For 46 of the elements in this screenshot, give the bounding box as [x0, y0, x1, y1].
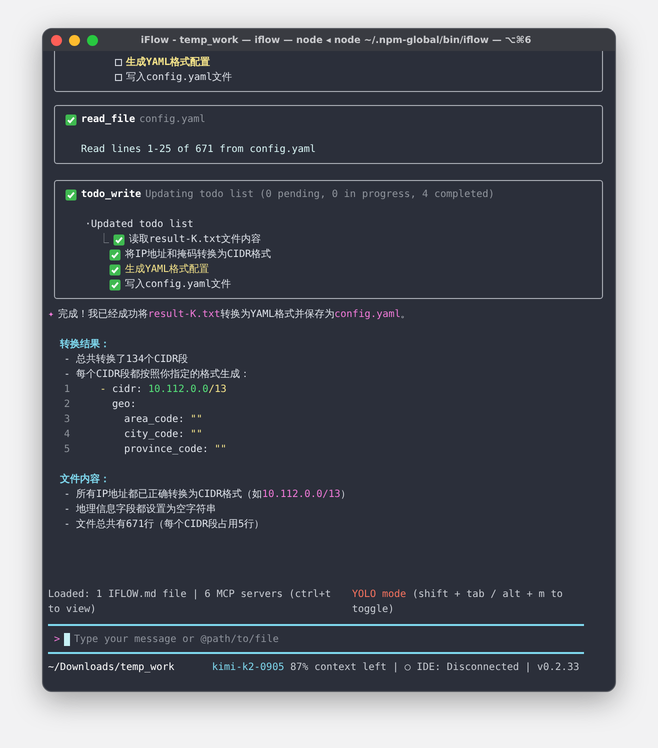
todo-item: 生成YAML格式配置 [126, 56, 210, 70]
loaded-info: Loaded: 1 IFLOW.md file | 6 MCP servers (ctrl+t to view) [48, 588, 332, 617]
status-info: 87% context left | ○ IDE: Disconnected | v0.2.33 [290, 661, 580, 675]
text-line: city_code: "" [123, 428, 202, 442]
model-name: kimi-k2-0905 [212, 661, 284, 675]
todo-item: 生成YAML格式配置 [125, 262, 210, 277]
line-number: 2 [64, 398, 72, 412]
tool-args: Updating todo list (0 pending, 0 in progress, 4 completed) [145, 188, 494, 202]
text-line: area_code: "" [123, 413, 202, 427]
cursor [64, 632, 70, 646]
todo-item: 将IP地址和掩码转换为CIDR格式 [125, 248, 272, 262]
text-line: - cidr: 10.112.0.0/13 [99, 383, 226, 397]
tree-branch: ⎿ [99, 232, 109, 247]
text-line: geo: [111, 398, 136, 412]
tool-name: todo_write [81, 188, 142, 202]
prompt-symbol: > [54, 632, 60, 646]
section-heading: 转换结果： [60, 338, 110, 352]
line-number: 5 [64, 443, 72, 457]
check-icon [65, 114, 77, 126]
section-heading: 文件内容： [60, 472, 110, 487]
close-button[interactable] [51, 34, 62, 46]
tool-name: read_file [81, 112, 136, 127]
text-line: - 每个CIDR段都按照你指定的格式生成： [64, 368, 250, 382]
minimize-button[interactable] [69, 34, 80, 46]
todo-item: 写入config.yaml文件 [125, 278, 232, 292]
line-number: 3 [64, 413, 72, 427]
text-line: - 文件总共有671行（每个CIDR段占用5行） [64, 518, 264, 532]
message-input[interactable]: Type your message or @path/to/file [74, 632, 574, 646]
tool-args: config.yaml [139, 113, 206, 127]
text-line: 完成！我已经成功将result-K.txt转换为YAML格式并保存为config.yaml。 [58, 308, 411, 322]
zoom-button[interactable] [87, 34, 98, 46]
window-title: iFlow - temp_work — iflow — node ◂ node ~/.npm-global/bin/iflow — ⌥⌘6 [140, 34, 532, 46]
sparkle-icon: ✦ [48, 307, 54, 322]
text-line: - 所有IP地址都已正确转换为CIDR格式（如10.112.0.0/13） [64, 488, 350, 502]
text-line: province_code: "" [123, 443, 226, 457]
todo-item: 写入config.yaml文件 [126, 70, 232, 85]
mode-info: YOLO mode (shift + tab / alt + m to toggle) [352, 588, 564, 617]
line-number: 4 [64, 428, 72, 442]
todo-item: 读取result-K.txt文件内容 [129, 232, 262, 247]
line-number: 1 [64, 383, 72, 397]
working-directory: ~/Downloads/temp_work [48, 661, 176, 675]
text-line: - 总共转换了134个CIDR段 [64, 352, 188, 367]
text-line: - 地理信息字段都设置为空字符串 [64, 502, 216, 517]
tool-output: Read lines 1-25 of 671 from config.yaml [81, 143, 316, 157]
check-icon [65, 188, 77, 200]
list-title: ·Updated todo list [85, 218, 194, 232]
